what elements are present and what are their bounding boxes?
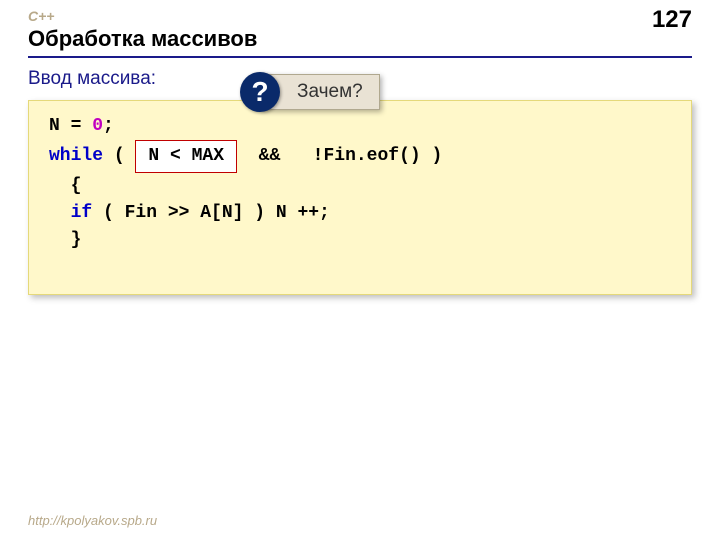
var-n: N xyxy=(49,116,60,136)
code-line-5: } xyxy=(49,227,671,254)
eq: = xyxy=(60,116,92,136)
condition-box: N < MAX xyxy=(135,140,237,173)
rest-cond: && !Fin.eof() ) xyxy=(237,146,442,166)
literal-zero: 0 xyxy=(92,116,103,136)
code-line-2: while ( N < MAX && !Fin.eof() ) xyxy=(49,140,671,173)
code-block: N = 0; while ( N < MAX && !Fin.eof() ) {… xyxy=(28,100,692,295)
lang-label: C++ xyxy=(28,8,692,24)
kw-while: while xyxy=(49,146,103,166)
code-line-3: { xyxy=(49,173,671,200)
paren-open: ( xyxy=(103,146,135,166)
code-line-1: N = 0; xyxy=(49,113,671,140)
page-number: 127 xyxy=(652,6,692,34)
page-title: Обработка массивов xyxy=(28,26,692,52)
if-body: ( Fin >> A[N] ) N ++; xyxy=(92,203,330,223)
question-icon: ? xyxy=(240,72,280,112)
kw-if: if xyxy=(71,203,93,223)
title-divider xyxy=(28,56,692,58)
code-line-4: if ( Fin >> A[N] ) N ++; xyxy=(49,200,671,227)
footer-url: http://kpolyakov.spb.ru xyxy=(28,513,157,528)
indent xyxy=(49,203,71,223)
question-callout: ? Зачем? xyxy=(240,72,380,112)
semicolon: ; xyxy=(103,116,114,136)
